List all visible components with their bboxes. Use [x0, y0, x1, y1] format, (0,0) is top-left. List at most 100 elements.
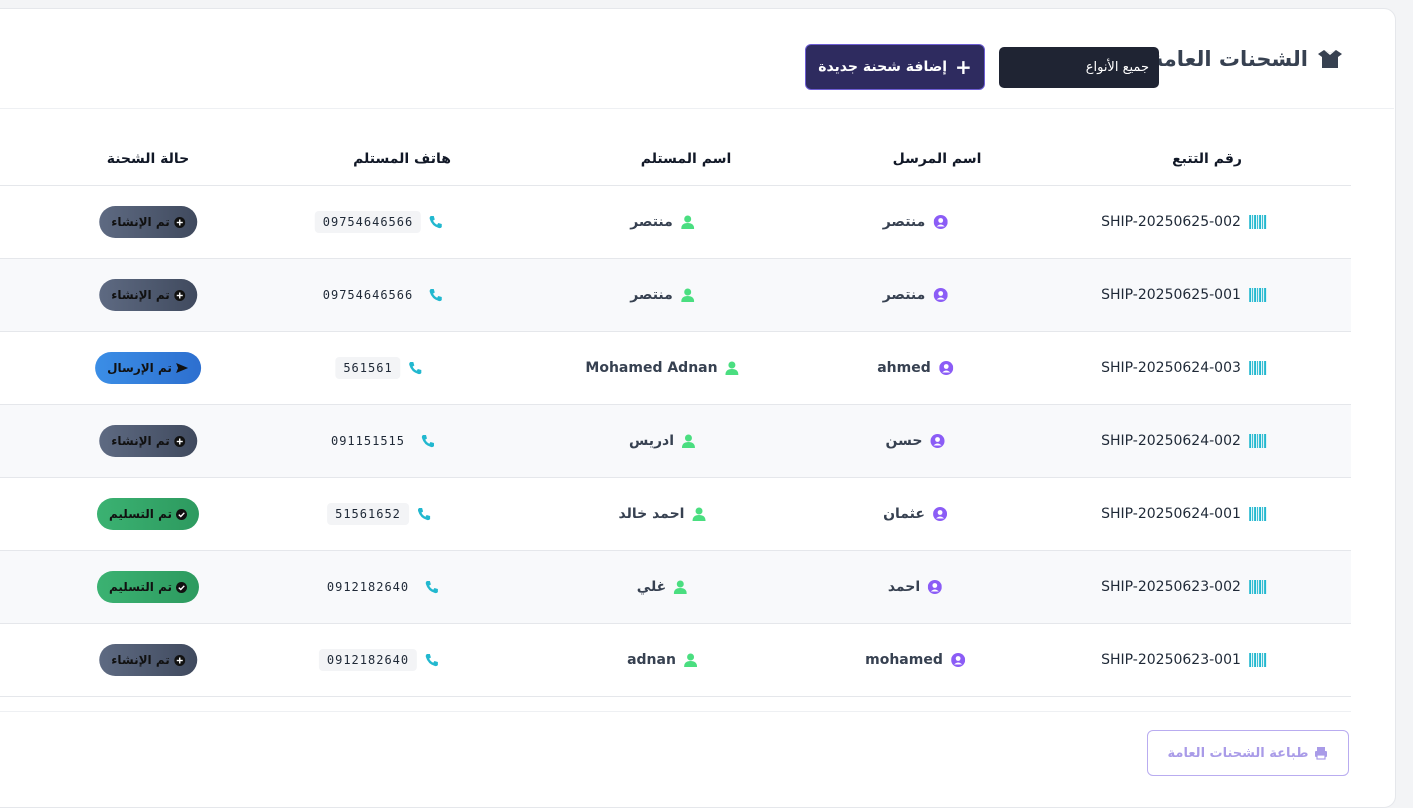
tracking-number: SHIP-20250623-002 — [1101, 579, 1241, 595]
status-badge: تم الإنشاء — [99, 644, 197, 676]
user-icon — [692, 507, 706, 521]
phone-cell: 09754646566 — [314, 186, 443, 258]
receiver-cell: ادريس — [628, 405, 696, 477]
column-header-receiver: اسم المستلم — [640, 151, 732, 167]
table-row[interactable]: SHIP-20250623-001 mohamed adnan 09121826… — [0, 624, 1351, 697]
tracking-cell: SHIP-20250623-001 — [1101, 624, 1267, 696]
plus-circle-icon — [173, 216, 185, 228]
page-title: الشحنات العامة — [1151, 47, 1344, 71]
page-title-text: الشحنات العامة — [1150, 47, 1308, 71]
status-cell: تم الإنشاء — [99, 186, 197, 258]
user-circle-icon — [950, 653, 965, 667]
column-header-status: حالة الشحنة — [106, 151, 190, 167]
phone-icon — [421, 434, 435, 448]
receiver-cell: منتصر — [630, 186, 694, 258]
add-shipment-button[interactable]: + إضافة شحنة جديدة — [805, 44, 985, 90]
barcode-icon — [1248, 361, 1267, 375]
receiver-name: احمد خالد — [618, 506, 685, 522]
barcode-icon — [1248, 507, 1267, 521]
tracking-cell: SHIP-20250624-003 — [1101, 332, 1267, 404]
footer-divider — [0, 711, 1351, 712]
receiver-cell: احمد خالد — [619, 478, 706, 550]
user-circle-icon — [933, 215, 948, 229]
plus-circle-icon — [173, 289, 185, 301]
receiver-name: adnan — [627, 652, 676, 668]
tracking-cell: SHIP-20250624-002 — [1101, 405, 1267, 477]
sender-cell: ahmed — [877, 332, 953, 404]
sender-cell: منتصر — [883, 259, 948, 331]
user-icon — [683, 653, 697, 667]
sender-cell: احمد — [887, 551, 943, 623]
sender-cell: mohamed — [865, 624, 965, 696]
user-circle-icon — [938, 361, 953, 375]
table-row[interactable]: SHIP-20250624-002 حسن ادريس 091151515 تم… — [0, 405, 1351, 478]
status-badge: تم الإنشاء — [99, 206, 197, 238]
status-cell: تم الإنشاء — [99, 259, 197, 331]
status-cell: تم التسليم — [96, 551, 200, 623]
receiver-phone: 091151515 — [330, 434, 406, 448]
table-header: رقم التتبع اسم المرسل اسم المستلم هاتف ا… — [0, 139, 1351, 186]
sender-name: احمد — [887, 579, 921, 595]
status-badge: تم الإنشاء — [99, 425, 197, 457]
status-label: تم الإنشاء — [111, 434, 170, 448]
user-circle-icon — [928, 580, 943, 594]
card-header: الشحنات العامة جميع الأنواع + إضافة شحنة… — [0, 9, 1394, 109]
receiver-name: منتصر — [630, 287, 673, 303]
receiver-phone: 561561 — [335, 357, 401, 379]
tracking-cell: SHIP-20250624-001 — [1101, 478, 1267, 550]
table-row[interactable]: SHIP-20250624-001 عثمان احمد خالد 515616… — [0, 478, 1351, 551]
tracking-number: SHIP-20250624-001 — [1101, 506, 1241, 522]
sender-name: منتصر — [882, 214, 926, 230]
phone-icon — [417, 507, 431, 521]
user-icon — [674, 580, 688, 594]
phone-icon — [425, 580, 439, 594]
column-header-phone: هاتف المستلم — [353, 151, 451, 167]
barcode-icon — [1248, 653, 1267, 667]
barcode-icon — [1248, 434, 1267, 448]
print-shipments-button[interactable]: طباعة الشحنات العامة — [1147, 730, 1349, 776]
tracking-number: SHIP-20250625-001 — [1101, 287, 1241, 303]
plus-circle-icon — [173, 654, 185, 666]
type-filter-select[interactable]: جميع الأنواع — [999, 47, 1159, 88]
phone-cell: 0912182640 — [318, 624, 439, 696]
phone-cell: 561561 — [335, 332, 422, 404]
table-row[interactable]: SHIP-20250625-001 منتصر منتصر 0975464656… — [0, 259, 1351, 332]
status-label: تم الإرسال — [107, 361, 172, 375]
table-row[interactable]: SHIP-20250624-003 ahmed Mohamed Adnan 56… — [0, 332, 1351, 405]
table-row[interactable]: SHIP-20250623-002 احمد غلي 0912182640 تم… — [0, 551, 1351, 624]
receiver-name: منتصر — [630, 214, 673, 230]
phone-cell: 09754646566 — [315, 259, 443, 331]
user-circle-icon — [930, 434, 945, 448]
receiver-phone: 51561652 — [327, 503, 409, 525]
plane-icon — [175, 362, 189, 374]
receiver-name: ادريس — [628, 433, 675, 449]
tracking-cell: SHIP-20250625-001 — [1101, 259, 1267, 331]
user-circle-icon — [933, 288, 948, 302]
column-header-tracking: رقم التتبع — [1172, 151, 1242, 167]
tracking-number: SHIP-20250624-002 — [1101, 433, 1241, 449]
receiver-name: غلي — [636, 579, 667, 595]
print-shipments-label: طباعة الشحنات العامة — [1167, 745, 1309, 761]
phone-cell: 51561652 — [327, 478, 431, 550]
sender-cell: منتصر — [883, 186, 948, 258]
sender-name: منتصر — [882, 287, 926, 303]
status-label: تم الإنشاء — [111, 288, 170, 302]
tracking-cell: SHIP-20250623-002 — [1101, 551, 1267, 623]
status-badge: تم التسليم — [96, 571, 200, 603]
receiver-phone: 09754646566 — [314, 211, 422, 233]
status-label: تم التسليم — [108, 580, 173, 594]
barcode-icon — [1248, 215, 1267, 229]
status-cell: تم الإنشاء — [99, 405, 197, 477]
check-circle-icon — [176, 508, 188, 520]
status-label: تم التسليم — [108, 507, 173, 521]
phone-icon — [409, 361, 423, 375]
barcode-icon — [1248, 580, 1267, 594]
receiver-phone: 09754646566 — [322, 288, 414, 302]
phone-icon — [429, 288, 443, 302]
status-cell: تم الإنشاء — [99, 624, 197, 696]
column-header-sender: اسم المرسل — [892, 151, 982, 167]
user-icon — [682, 434, 696, 448]
table-row[interactable]: SHIP-20250625-002 منتصر منتصر 0975464656… — [0, 186, 1351, 259]
user-circle-icon — [932, 507, 947, 521]
status-cell: تم التسليم — [96, 478, 200, 550]
